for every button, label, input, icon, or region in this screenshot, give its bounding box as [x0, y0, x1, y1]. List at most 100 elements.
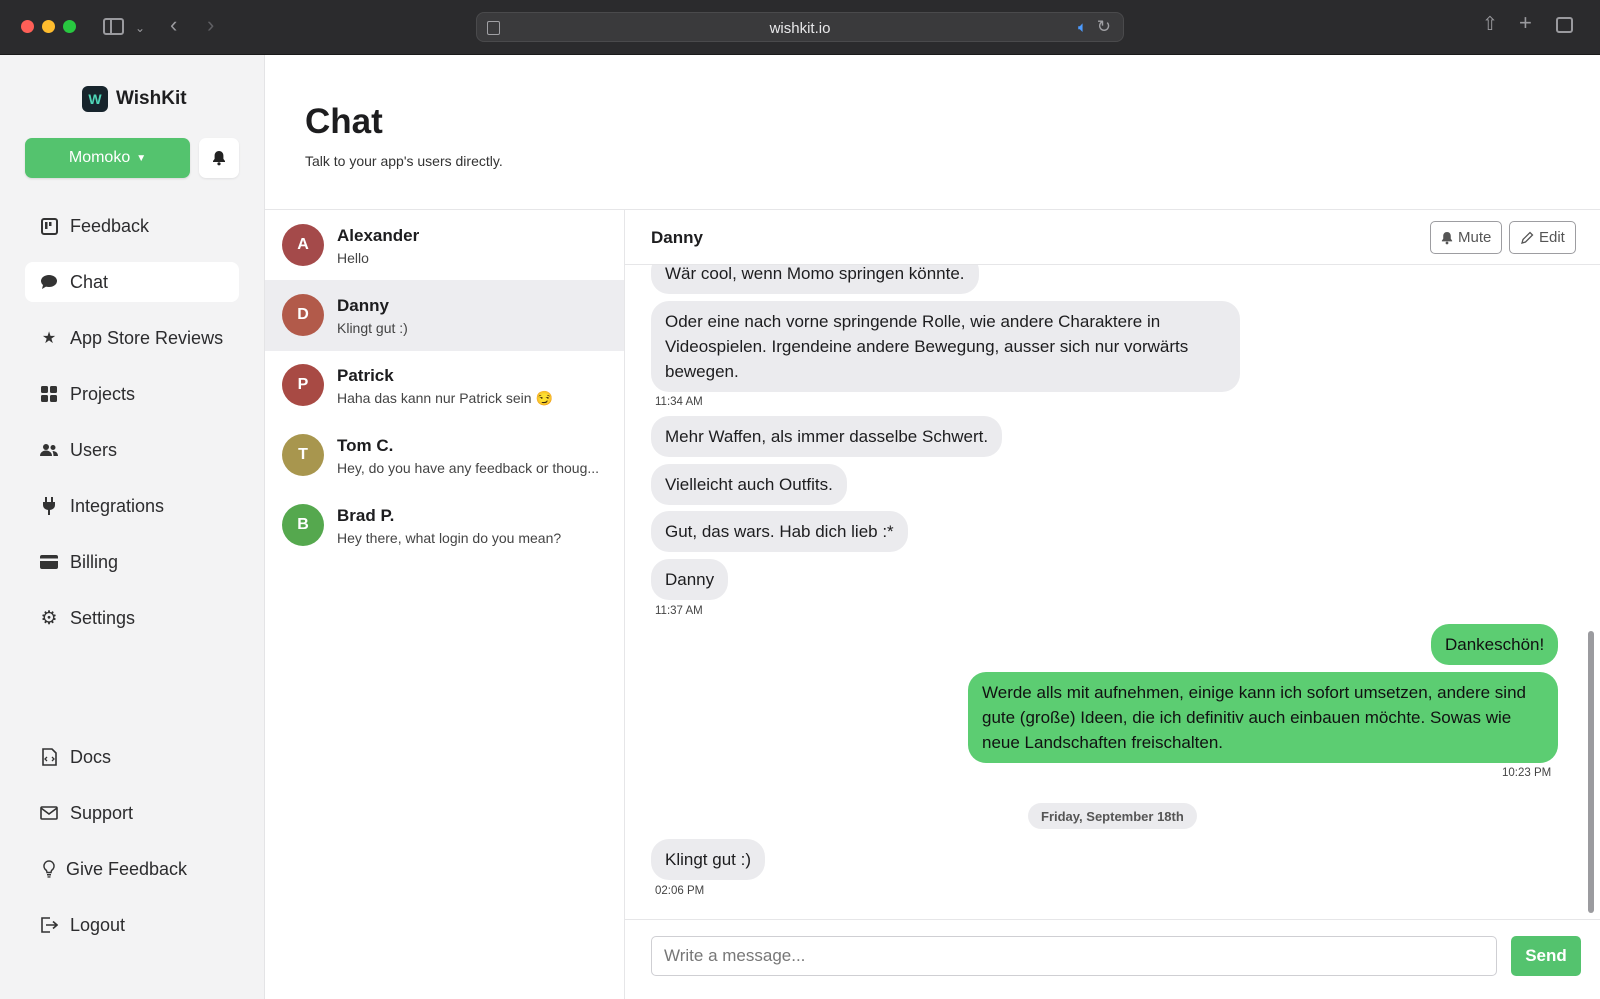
conversation-preview: Haha das kann nur Patrick sein 😏 — [337, 390, 553, 406]
minimize-window-button[interactable] — [42, 20, 55, 33]
message-bubble: Vielleicht auch Outfits. — [651, 464, 847, 505]
sidebar-item-label: Chat — [70, 271, 109, 292]
credit-card-icon — [40, 553, 58, 571]
browser-toolbar: ⌄ ‹ › wishkit.io 🔈︎ ↻ ⇧ + — [0, 0, 1600, 55]
conversation-name: Danny — [337, 296, 389, 315]
mute-button[interactable]: Mute — [1430, 221, 1503, 254]
message-bubble: Gut, das wars. Hab dich lieb :* — [651, 511, 908, 552]
edit-button[interactable]: Edit — [1509, 221, 1576, 254]
envelope-icon — [40, 804, 58, 822]
brand[interactable]: W WishKit — [82, 85, 187, 113]
message-bubble: Wär cool, wenn Momo springen könnte. — [651, 265, 979, 294]
sidebar-item-users[interactable]: Users — [25, 430, 239, 470]
sidebar-item-label: Give Feedback — [66, 858, 188, 879]
sidebar-item-chat[interactable]: Chat — [25, 262, 239, 302]
reload-icon[interactable]: ↻ — [1097, 17, 1111, 37]
sidebar-item-projects[interactable]: Projects — [25, 374, 239, 414]
docs-icon — [40, 748, 58, 766]
chat-panel: Danny Mute Edit Wär cool, wenn Momo spri… — [625, 210, 1600, 999]
notifications-button[interactable] — [199, 138, 239, 178]
chat-header: Danny Mute Edit — [625, 210, 1600, 265]
message-bubble: Mehr Waffen, als immer dasselbe Schwert. — [651, 416, 1003, 457]
forward-icon[interactable]: › — [207, 14, 214, 36]
url-text: wishkit.io — [769, 20, 831, 37]
conversation-preview: Hey, do you have any feedback or thoug..… — [337, 460, 600, 476]
share-icon[interactable]: ⇧ — [1482, 15, 1498, 34]
sidebar-item-settings[interactable]: ⚙ Settings — [25, 598, 239, 638]
message-composer: Send — [625, 919, 1600, 999]
page-subtitle: Talk to your app's users directly. — [305, 153, 503, 169]
mute-label: Mute — [1458, 229, 1492, 246]
sidebar-item-integrations[interactable]: Integrations — [25, 486, 239, 526]
message-scrollbar[interactable] — [1588, 631, 1594, 913]
conversation-brad-p[interactable]: B Brad P. Hey there, what login do you m… — [265, 490, 624, 561]
message-timestamp: 10:23 PM — [1502, 767, 1552, 779]
new-tab-icon[interactable]: + — [1519, 12, 1532, 34]
sidebar-item-label: Integrations — [70, 495, 165, 516]
sidebar-item-support[interactable]: Support — [25, 793, 239, 833]
conversation-alexander[interactable]: A Alexander Hello — [265, 210, 624, 281]
conversation-danny[interactable]: D Danny Klingt gut :) — [265, 280, 624, 351]
avatar: T — [282, 434, 324, 476]
conversation-name: Tom C. — [337, 436, 394, 455]
edit-label: Edit — [1539, 229, 1565, 246]
bell-icon — [213, 151, 225, 166]
message-timestamp: 02:06 PM — [655, 885, 705, 897]
logout-icon — [40, 916, 58, 934]
feedback-board-icon — [40, 217, 58, 235]
gear-icon: ⚙ — [40, 607, 58, 629]
sidebar-item-label: Projects — [70, 383, 136, 404]
message-bubble: Werde alls mit aufnehmen, einige kann ic… — [968, 672, 1558, 763]
sidebar-item-label: App Store Reviews — [70, 327, 224, 348]
sidebar-item-give-feedback[interactable]: Give Feedback — [25, 849, 239, 889]
back-icon[interactable]: ‹ — [170, 14, 177, 36]
message-bubble: Danny — [651, 559, 729, 600]
sidebar-item-logout[interactable]: Logout — [25, 905, 239, 945]
message-timestamp: 11:37 AM — [655, 605, 703, 617]
conversation-preview: Klingt gut :) — [337, 320, 408, 336]
sidebar-item-label: Users — [70, 439, 118, 460]
avatar: P — [282, 364, 324, 406]
sidebar-item-billing[interactable]: Billing — [25, 542, 239, 582]
conversation-patrick[interactable]: P Patrick Haha das kann nur Patrick sein… — [265, 350, 624, 421]
speaker-icon[interactable]: 🔈︎ — [1078, 19, 1087, 36]
page-title: Chat — [305, 102, 383, 141]
address-bar[interactable]: wishkit.io 🔈︎ ↻ — [476, 12, 1124, 42]
conversation-name: Alexander — [337, 226, 420, 245]
avatar: D — [282, 294, 324, 336]
user-menu-button[interactable]: Momoko ▼ — [25, 138, 190, 178]
sidebar-item-app-store-reviews[interactable]: ★ App Store Reviews — [25, 318, 239, 358]
conversation-tom-c[interactable]: T Tom C. Hey, do you have any feedback o… — [265, 420, 624, 491]
caret-down-icon: ▼ — [136, 152, 147, 164]
chevron-down-icon[interactable]: ⌄ — [135, 19, 145, 37]
sidebar-item-label: Billing — [70, 551, 119, 572]
conversation-preview: Hello — [337, 250, 369, 266]
sidebar-item-feedback[interactable]: Feedback — [25, 206, 239, 246]
sidebar-item-label: Logout — [70, 914, 126, 935]
zoom-window-button[interactable] — [63, 20, 76, 33]
avatar: B — [282, 504, 324, 546]
conversation-name: Patrick — [337, 366, 394, 385]
sidebar-item-docs[interactable]: Docs — [25, 737, 239, 777]
message-bubble: Dankeschön! — [1431, 624, 1559, 665]
star-icon: ★ — [41, 330, 57, 347]
bell-icon — [1441, 231, 1453, 244]
sidebar-toggle-icon[interactable] — [103, 18, 124, 35]
close-window-button[interactable] — [21, 20, 34, 33]
sidebar-item-label: Docs — [70, 746, 112, 767]
message-timestamp: 11:34 AM — [655, 396, 703, 408]
app-sidebar: W WishKit Momoko ▼ Feedback Chat ★ App S… — [0, 55, 265, 999]
sidebar-item-label: Settings — [70, 607, 136, 628]
conversation-name: Brad P. — [337, 506, 395, 525]
tab-overview-icon[interactable] — [1556, 17, 1573, 33]
plug-icon — [40, 497, 58, 515]
main-content: Chat Talk to your app's users directly. … — [265, 55, 1600, 999]
message-list: Wär cool, wenn Momo springen könnte. Ode… — [625, 265, 1600, 919]
chat-contact-name: Danny — [651, 228, 703, 247]
sidebar-item-label: Feedback — [70, 215, 150, 236]
send-button[interactable]: Send — [1511, 936, 1581, 976]
chat-bubble-icon — [40, 273, 58, 291]
brand-name: WishKit — [116, 88, 187, 109]
message-bubble: Oder eine nach vorne springende Rolle, w… — [651, 301, 1240, 392]
message-input[interactable] — [651, 936, 1497, 976]
